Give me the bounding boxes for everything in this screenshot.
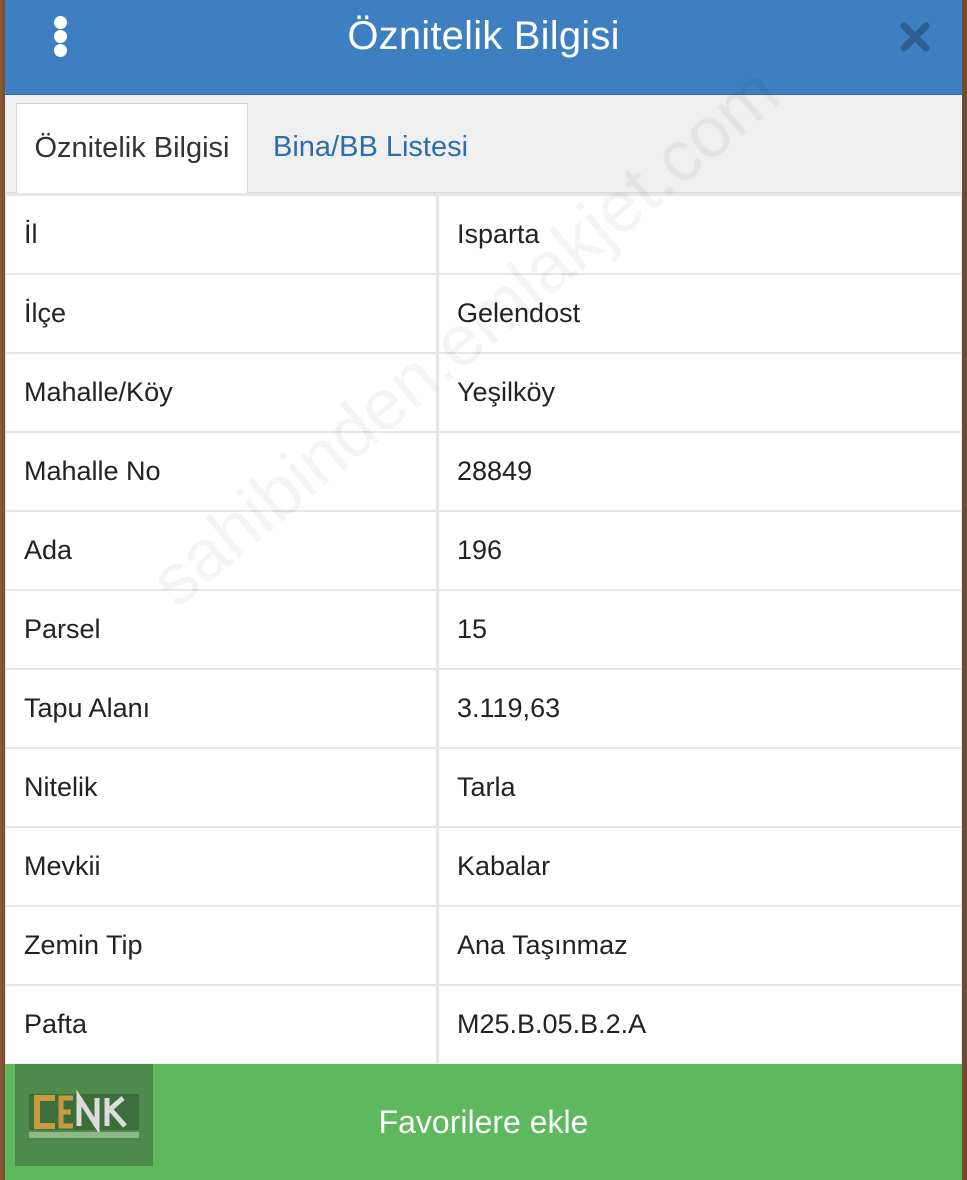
table-row: Zemin Tip Ana Taşınmaz — [5, 907, 962, 984]
table-row: Parsel 15 — [5, 591, 962, 668]
row-value: Tarla — [439, 749, 961, 826]
tab-attribute-info[interactable]: Öznitelik Bilgisi — [16, 103, 248, 193]
row-label: İl — [6, 196, 436, 273]
dialog-title: Öznitelik Bilgisi — [347, 14, 620, 58]
row-label: Ada — [6, 512, 436, 589]
row-label: Nitelik — [6, 749, 436, 826]
tab-building-list[interactable]: Bina/BB Listesi — [273, 103, 493, 192]
row-label: Pafta — [6, 986, 436, 1063]
row-label: Parsel — [6, 591, 436, 668]
row-label: Zemin Tip — [6, 907, 436, 984]
row-label: Tapu Alanı — [6, 670, 436, 747]
close-icon — [900, 22, 930, 52]
row-label: Mahalle/Köy — [6, 354, 436, 431]
table-row: İl Isparta — [5, 196, 962, 273]
table-row: Mevkii Kabalar — [5, 828, 962, 905]
row-label: Mevkii — [6, 828, 436, 905]
row-value: Ana Taşınmaz — [439, 907, 961, 984]
tab-bar: Öznitelik Bilgisi Bina/BB Listesi — [5, 95, 962, 193]
row-label: Mahalle No — [6, 433, 436, 510]
row-value: 196 — [439, 512, 961, 589]
cenk-logo-mark — [15, 1064, 153, 1166]
table-row: Ada 196 — [5, 512, 962, 589]
row-label: İlçe — [6, 275, 436, 352]
table-row: Mahalle/Köy Yeşilköy — [5, 354, 962, 431]
row-value: Isparta — [439, 196, 961, 273]
table-row: Nitelik Tarla — [5, 749, 962, 826]
close-button[interactable] — [896, 18, 934, 56]
row-value: Gelendost — [439, 275, 961, 352]
row-value: Kabalar — [439, 828, 961, 905]
attribute-info-dialog: Öznitelik Bilgisi Öznitelik Bilgisi Bina… — [5, 0, 962, 1180]
row-value: Yeşilköy — [439, 354, 961, 431]
row-value: 28849 — [439, 433, 961, 510]
cenk-logo — [15, 1064, 153, 1166]
dialog-header: Öznitelik Bilgisi — [5, 0, 962, 95]
row-value: M25.B.05.B.2.A — [439, 986, 961, 1063]
row-value: 15 — [439, 591, 961, 668]
attribute-table: İl Isparta İlçe Gelendost Mahalle/Köy Ye… — [5, 193, 962, 1063]
row-value: 3.119,63 — [439, 670, 961, 747]
table-row: Mahalle No 28849 — [5, 433, 962, 510]
table-row: Pafta M25.B.05.B.2.A — [5, 986, 962, 1063]
table-row: Tapu Alanı 3.119,63 — [5, 670, 962, 747]
table-row: İlçe Gelendost — [5, 275, 962, 352]
